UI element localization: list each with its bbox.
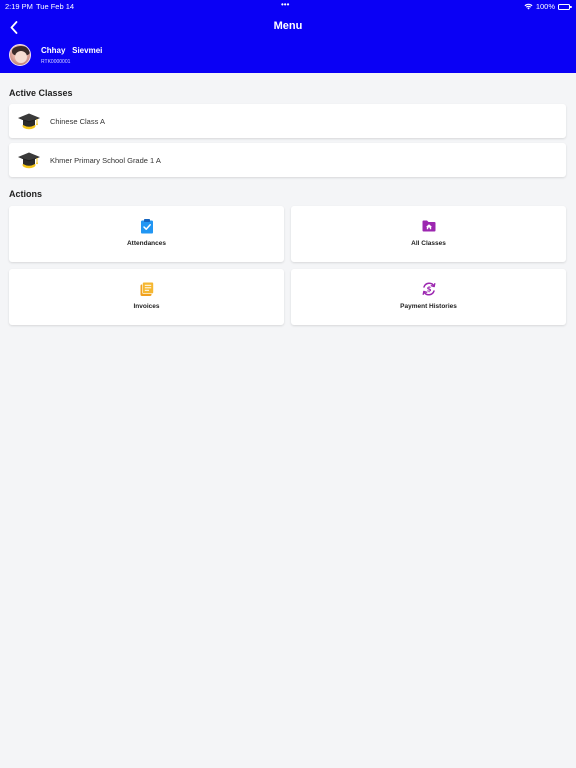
class-item-label: Chinese Class A xyxy=(50,116,106,126)
page-title: Menu xyxy=(273,20,303,32)
graduation-cap-icon xyxy=(18,113,40,130)
graduation-cap-icon xyxy=(18,152,40,169)
svg-text:$: $ xyxy=(426,286,431,294)
avatar[interactable] xyxy=(9,44,31,66)
class-item-chinese-class-a[interactable]: Chinese Class A xyxy=(9,104,566,138)
active-classes-title: Active Classes xyxy=(9,88,73,98)
dollar-cycle-icon: $ xyxy=(421,281,437,297)
app-header: 2:19 PM Tue Feb 14 ••• 100% Menu Chhay S… xyxy=(0,0,576,73)
user-name: Chhay Sievmei xyxy=(41,46,103,55)
all-classes-label: All Classes xyxy=(411,240,446,247)
status-time: 2:19 PM xyxy=(5,2,33,11)
class-item-khmer-primary-grade-1a[interactable]: Khmer Primary School Grade 1 A xyxy=(9,143,566,177)
payment-histories-label: Payment Histories xyxy=(400,303,457,310)
invoices-label: Invoices xyxy=(133,303,160,310)
attendances-label: Attendances xyxy=(126,240,166,247)
status-bar: 2:19 PM Tue Feb 14 ••• 100% xyxy=(0,0,576,13)
user-id: RTK0000001 xyxy=(41,59,71,65)
status-right: 100% xyxy=(524,2,572,11)
documents-icon xyxy=(139,281,155,297)
all-classes-button[interactable]: All Classes xyxy=(291,206,566,262)
status-date: Tue Feb 14 xyxy=(36,2,75,11)
invoices-button[interactable]: Invoices xyxy=(9,269,284,325)
multitasking-dots[interactable]: ••• xyxy=(281,0,289,9)
actions-title: Actions xyxy=(9,189,43,199)
wifi-icon xyxy=(524,3,533,10)
class-item-label: Khmer Primary School Grade 1 A xyxy=(50,155,161,165)
clipboard-check-icon xyxy=(139,218,155,234)
folder-home-icon xyxy=(421,218,437,234)
battery-icon xyxy=(558,3,572,10)
payment-histories-button[interactable]: $ Payment Histories xyxy=(291,269,566,325)
battery-percent: 100% xyxy=(535,2,555,11)
attendances-button[interactable]: Attendances xyxy=(9,206,284,262)
